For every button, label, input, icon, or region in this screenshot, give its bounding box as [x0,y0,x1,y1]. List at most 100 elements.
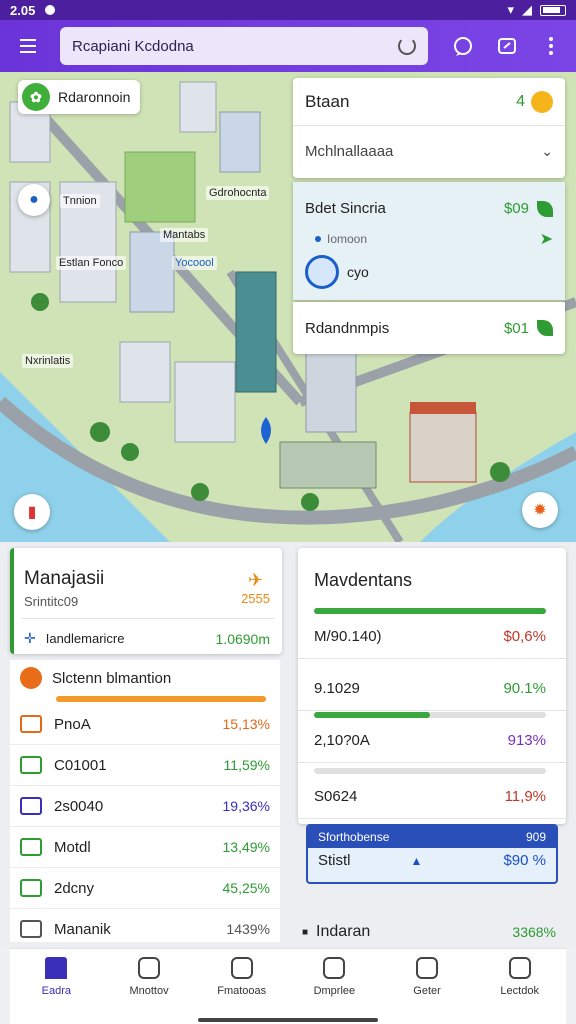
chat-button[interactable] [448,31,478,61]
dot-icon [315,236,321,242]
overlay-detail-card[interactable]: Bdet Sincria $09 Iomoon ➤ cyo [293,182,565,300]
nav-label: Geter [413,985,441,997]
divider [298,658,566,659]
bottom-navigation: Eadra Mnottov Fmatooas Dmprlee Geter Lectdok [10,948,566,1024]
list-item[interactable]: 2dcny 45,25% [10,868,280,909]
chevron-down-icon: ⌄ [541,142,553,159]
list-item-label: Mananik [54,920,111,938]
overlay-dropdown[interactable]: Mchlnallaaaa ⌄ [293,126,565,176]
more-button[interactable] [536,31,566,61]
nav-item[interactable]: Fmatooas [195,949,288,1024]
list-item-value: 15,13% [222,716,270,732]
divider [298,762,566,763]
statistics-header-right: 909 [525,830,546,844]
leaf-icon [537,200,553,217]
footer-value: $01 [503,319,529,337]
trend-arrow-icon: ➤ [539,231,553,248]
dashboard-panel: Manajasii Srintitc09 ✈ 2555 ✛ Iandlemaric… [0,542,576,950]
sun-icon [531,90,553,113]
detail-subtitle: Iomoon [327,232,368,246]
list-item[interactable]: PnoA 15,13% [10,704,280,745]
index-value: 3368% [512,924,556,940]
layers-button[interactable]: ▮ [14,494,50,530]
list-item-icon [20,920,42,938]
list-progress-bar [56,696,266,702]
maintenance-row[interactable]: M/90.140) $0,6% [314,628,546,645]
nav-icon [416,957,439,979]
app-logo-icon: ✿ [22,83,50,111]
maintenance-row-value: 90.1% [503,680,546,697]
list-item-label: 2s0040 [54,797,104,815]
share-icon [498,38,516,54]
maintenance-title: Mavdentans [314,570,413,590]
maintenance-progress-bar [314,608,546,614]
menu-icon [20,39,36,41]
menu-button[interactable] [10,28,46,64]
statistics-value: $90 % [503,852,546,869]
nav-item[interactable]: Lectdok [473,949,566,1024]
list-item-value: 19,36% [222,798,270,814]
list-item[interactable]: C01001 11,59% [10,745,280,786]
nav-item[interactable]: Dmprlee [288,949,381,1024]
maintenance-row[interactable]: S0624 11,9% [314,788,546,805]
overlay-title: Btaan [305,91,350,111]
list-item-icon [20,838,42,856]
index-row[interactable]: ■ Indaran 3368% [298,918,566,946]
divider [298,818,566,819]
home-indicator[interactable] [198,1018,378,1022]
nav-item[interactable]: Eadra [10,949,103,1024]
nav-label: Eadra [41,985,72,997]
nav-icon [508,957,531,979]
plane-icon: ✈ [247,570,264,590]
maintenance-progress-bar [314,768,546,774]
list-item[interactable]: Mananik 1439% [10,909,280,950]
refresh-icon[interactable] [398,37,416,55]
statistics-header: Sforthobense [318,830,390,844]
maintenance-row-label: 9.1029 [314,680,360,697]
signal-icon: ◢ [522,2,532,17]
map-label: Estlan Fonco [56,256,127,270]
pin-button[interactable]: ● [18,184,50,216]
nav-label: Dmprlee [313,985,356,997]
list-item-label: PnoA [54,715,91,733]
maintenance-row-value: 11,9% [504,788,546,805]
list-item[interactable]: 2s0040 19,36% [10,786,280,827]
nav-item[interactable]: Geter [381,949,474,1024]
list-item-label: 2dcny [54,879,95,897]
list-item[interactable]: Motdl 13,49% [10,827,280,868]
nav-icon [138,957,160,979]
list-item-icon [20,879,42,897]
nav-label: Lectdok [500,985,539,997]
bullet-icon: ■ [302,926,309,938]
maintenance-row-value: 913% [507,732,546,749]
nav-label: Fmatooas [217,985,267,997]
nav-icon [323,957,346,979]
overlay-summary-card: Btaan 4 Mchlnallaaaa ⌄ [293,78,565,178]
list-header: Slctenn blmantion [52,669,172,687]
search-input[interactable]: Rcapiani Kcdodna [72,38,398,55]
index-label: Indaran [316,923,371,940]
gear-icon [305,255,339,289]
map-location-chip[interactable]: ✿ Rdaronnoin [18,80,141,114]
list-item-icon [20,756,42,774]
locate-button[interactable]: ✹ [522,492,558,528]
share-button[interactable] [492,31,522,61]
management-card[interactable]: Manajasii Srintitc09 ✈ 2555 ✛ Iandlemaric… [10,548,282,654]
status-dot-icon [20,667,42,689]
nav-icon [230,957,253,979]
search-bar[interactable]: Rcapiani Kcdodna [60,27,428,65]
maintenance-row[interactable]: 2,10?0A 913% [314,732,546,749]
layers-icon: ▮ [27,504,37,521]
list-item-value: 45,25% [222,880,270,896]
overlay-footer-card[interactable]: Rdandnmpis $01 [293,302,565,354]
maintenance-row[interactable]: 9.1029 90.1% [314,680,546,697]
metrics-list: Slctenn blmantion PnoA 15,13% C01001 11,59%… [10,660,280,950]
maintenance-row-value: $0,6% [503,628,546,645]
detail-value: $09 [503,200,529,217]
nav-item[interactable]: Mnottov [103,949,196,1024]
overlay-dropdown-value: Mchlnallaaaa [305,142,394,160]
management-row-value: 1.0690m [215,630,270,647]
statistics-box[interactable]: Sforthobense 909 Stistl ▲ $90 % [306,824,558,884]
divider [298,710,566,711]
maintenance-row-label: M/90.140) [314,628,382,645]
